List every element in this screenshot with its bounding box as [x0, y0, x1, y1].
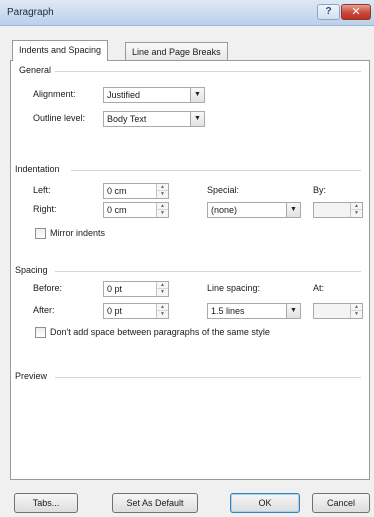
spin-up-icon[interactable]: ▲ — [351, 304, 362, 311]
preview-heading: Preview — [15, 371, 48, 381]
spin-up-icon[interactable]: ▲ — [351, 203, 362, 210]
at-spinner[interactable]: ▲ ▼ — [313, 303, 363, 319]
tab-label: Indents and Spacing — [19, 45, 102, 55]
spin-down-icon[interactable]: ▼ — [351, 210, 362, 217]
spinner-buttons[interactable]: ▲ ▼ — [350, 203, 362, 217]
left-indent-spinner[interactable]: 0 cm ▲ ▼ — [103, 183, 169, 199]
divider — [71, 170, 361, 171]
before-value: 0 pt — [107, 284, 123, 294]
tab-panel: General Alignment: Justified ▼ Outline l… — [10, 60, 370, 480]
right-indent-label: Right: — [33, 204, 57, 214]
tab-line-and-page-breaks[interactable]: Line and Page Breaks — [125, 42, 228, 61]
help-button[interactable]: ? — [317, 4, 340, 20]
spin-up-icon[interactable]: ▲ — [157, 203, 168, 210]
by-label: By: — [313, 185, 327, 195]
chevron-down-icon: ▼ — [286, 203, 300, 217]
spin-down-icon[interactable]: ▼ — [351, 311, 362, 318]
spin-down-icon[interactable]: ▼ — [157, 210, 168, 217]
cancel-button-label: Cancel — [326, 498, 355, 508]
spin-up-icon[interactable]: ▲ — [157, 282, 168, 289]
divider — [55, 71, 361, 72]
left-indent-label: Left: — [33, 185, 51, 195]
special-value: (none) — [211, 205, 238, 215]
after-spinner[interactable]: 0 pt ▲ ▼ — [103, 303, 169, 319]
line-spacing-dropdown[interactable]: 1.5 lines ▼ — [207, 303, 301, 319]
tab-indents-and-spacing[interactable]: Indents and Spacing — [12, 40, 109, 61]
spin-up-icon[interactable]: ▲ — [157, 304, 168, 311]
special-label: Special: — [207, 185, 240, 195]
cancel-button[interactable]: Cancel — [312, 493, 370, 513]
help-icon: ? — [325, 6, 332, 17]
ok-button[interactable]: OK — [230, 493, 300, 513]
divider — [55, 271, 361, 272]
spinner-buttons[interactable]: ▲ ▼ — [156, 304, 168, 318]
before-spinner[interactable]: 0 pt ▲ ▼ — [103, 281, 169, 297]
tabs-button-label: Tabs... — [32, 498, 60, 508]
special-dropdown[interactable]: (none) ▼ — [207, 202, 301, 218]
spinner-buttons[interactable]: ▲ ▼ — [156, 282, 168, 296]
alignment-label: Alignment: — [33, 89, 76, 99]
set-as-default-button[interactable]: Set As Default — [112, 493, 198, 513]
close-button[interactable]: ✕ — [341, 4, 371, 20]
line-spacing-value: 1.5 lines — [211, 306, 245, 316]
tab-label: Line and Page Breaks — [132, 47, 221, 57]
title-bar: Paragraph ? ✕ — [0, 0, 374, 26]
by-spinner[interactable]: ▲ ▼ — [313, 202, 363, 218]
spin-down-icon[interactable]: ▼ — [157, 311, 168, 318]
spin-down-icon[interactable]: ▼ — [157, 289, 168, 296]
chevron-down-icon: ▼ — [190, 112, 204, 126]
outline-level-label: Outline level: — [33, 113, 86, 123]
close-icon: ✕ — [351, 6, 361, 18]
spin-down-icon[interactable]: ▼ — [157, 191, 168, 198]
line-spacing-label: Line spacing: — [207, 283, 261, 293]
divider — [55, 377, 361, 378]
after-value: 0 pt — [107, 306, 123, 316]
window-title: Paragraph — [7, 7, 54, 18]
mirror-indents-checkbox[interactable] — [35, 228, 46, 239]
before-label: Before: — [33, 283, 63, 293]
spinner-buttons[interactable]: ▲ ▼ — [350, 304, 362, 318]
dont-add-space-label: Don't add space between paragraphs of th… — [50, 327, 270, 337]
general-heading: General — [19, 65, 52, 75]
alignment-dropdown[interactable]: Justified ▼ — [103, 87, 205, 103]
ok-button-label: OK — [258, 498, 272, 508]
outline-level-dropdown[interactable]: Body Text ▼ — [103, 111, 205, 127]
after-label: After: — [33, 305, 55, 315]
set-as-default-label: Set As Default — [126, 498, 184, 508]
spinner-buttons[interactable]: ▲ ▼ — [156, 184, 168, 198]
dont-add-space-checkbox[interactable] — [35, 327, 46, 338]
outline-level-value: Body Text — [107, 114, 147, 124]
spinner-buttons[interactable]: ▲ ▼ — [156, 203, 168, 217]
left-indent-value: 0 cm — [107, 186, 127, 196]
tabs-button[interactable]: Tabs... — [14, 493, 78, 513]
indentation-heading: Indentation — [15, 164, 60, 174]
right-indent-spinner[interactable]: 0 cm ▲ ▼ — [103, 202, 169, 218]
right-indent-value: 0 cm — [107, 205, 127, 215]
alignment-value: Justified — [107, 90, 141, 100]
mirror-indents-label: Mirror indents — [50, 228, 106, 238]
at-label: At: — [313, 283, 325, 293]
spacing-heading: Spacing — [15, 265, 48, 275]
chevron-down-icon: ▼ — [286, 304, 300, 318]
spin-up-icon[interactable]: ▲ — [157, 184, 168, 191]
chevron-down-icon: ▼ — [190, 88, 204, 102]
